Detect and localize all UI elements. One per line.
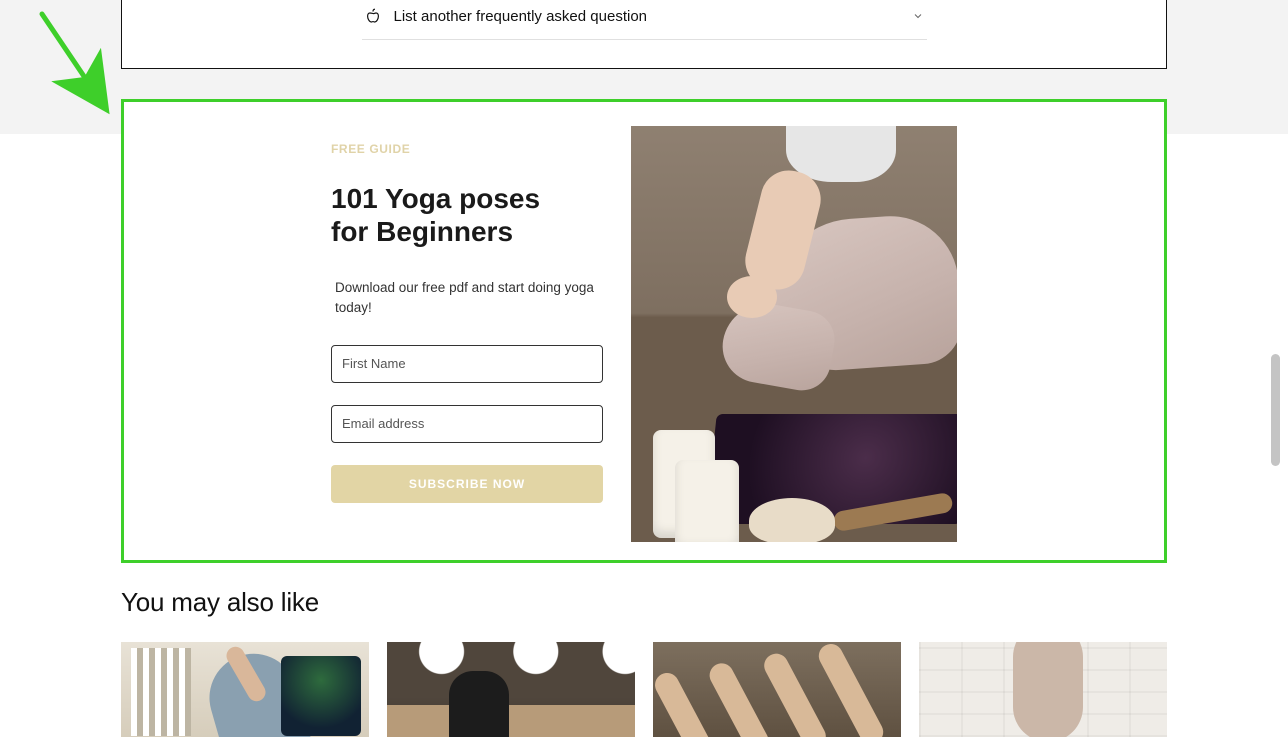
faq-card: List another frequently asked question [121, 0, 1167, 69]
faq-item-label: List another frequently asked question [394, 8, 899, 25]
email-input[interactable] [331, 405, 603, 443]
faq-item[interactable]: List another frequently asked question [362, 0, 927, 40]
chevron-down-icon [911, 9, 925, 23]
optin-form-column: FREE GUIDE 101 Yoga poses for Beginners … [331, 126, 603, 542]
optin-image [631, 126, 957, 542]
first-name-input[interactable] [331, 345, 603, 383]
faq-list: List another frequently asked question [362, 0, 927, 40]
apple-icon [364, 7, 382, 25]
optin-section: FREE GUIDE 101 Yoga poses for Beginners … [121, 99, 1167, 563]
optin-title-line2: for Beginners [331, 216, 513, 247]
related-card[interactable] [919, 642, 1167, 737]
related-heading: You may also like [121, 587, 1167, 618]
yoga-scene-illustration [631, 126, 957, 542]
scrollbar-track[interactable] [1272, 0, 1284, 726]
optin-description: Download our free pdf and start doing yo… [331, 278, 603, 319]
related-card[interactable] [653, 642, 901, 737]
related-grid [121, 642, 1167, 737]
related-section: You may also like [121, 587, 1167, 737]
subscribe-button[interactable]: SUBSCRIBE NOW [331, 465, 603, 503]
optin-title: 101 Yoga poses for Beginners [331, 182, 603, 248]
related-card[interactable] [387, 642, 635, 737]
optin-title-line1: 101 Yoga poses [331, 183, 540, 214]
related-card[interactable] [121, 642, 369, 737]
optin-eyebrow: FREE GUIDE [331, 142, 603, 156]
scrollbar-thumb[interactable] [1271, 354, 1280, 466]
